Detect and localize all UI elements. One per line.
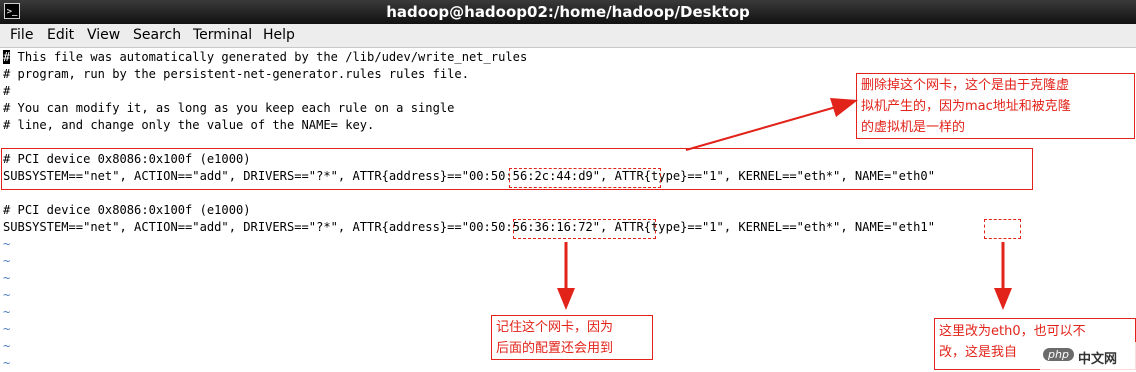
arrow-head-rename: [994, 288, 1012, 310]
watermark-site: 中文网: [1078, 352, 1118, 367]
watermark: php 中文网: [1040, 342, 1136, 370]
annotation-arrows: [557, 98, 1012, 310]
arrow-head-delete: [830, 98, 858, 117]
watermark-logo: php: [1043, 348, 1074, 361]
arrow-head-remember: [557, 288, 575, 310]
arrow-to-delete-callout: [685, 106, 837, 151]
